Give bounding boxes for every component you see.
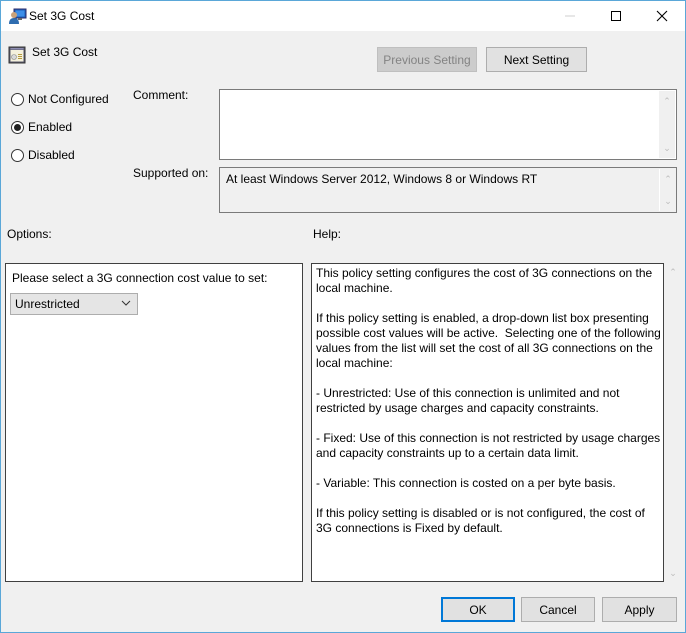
comment-label: Comment: [133, 88, 189, 102]
radio-label: Enabled [28, 120, 73, 134]
next-setting-button[interactable]: Next Setting [486, 47, 587, 72]
maximize-button[interactable] [593, 1, 639, 31]
ok-button[interactable]: OK [441, 597, 515, 622]
cancel-button[interactable]: Cancel [521, 597, 595, 622]
supported-on-field: At least Windows Server 2012, Windows 8 … [219, 167, 677, 213]
supported-on-value: At least Windows Server 2012, Windows 8 … [226, 172, 538, 186]
supported-scrollbar[interactable]: ⌃ ⌄ [659, 169, 675, 211]
previous-setting-button[interactable]: Previous Setting [377, 47, 477, 72]
radio-label: Not Configured [28, 92, 109, 106]
title-bar: Set 3G Cost [1, 1, 685, 31]
radio-label: Disabled [28, 148, 75, 162]
dialog-window: Set 3G Cost Set 3G Cost Previous Setting… [0, 0, 686, 633]
options-prompt: Please select a 3G connection cost value… [12, 271, 268, 285]
policy-setting-icon [8, 46, 26, 64]
help-label: Help: [313, 227, 342, 241]
setting-title: Set 3G Cost [32, 45, 98, 59]
supported-on-label: Supported on: [133, 166, 209, 180]
window-title: Set 3G Cost [29, 9, 95, 23]
help-text: This policy setting configures the cost … [316, 266, 661, 535]
chevron-down-icon [121, 300, 131, 306]
scroll-up-icon[interactable]: ⌃ [659, 94, 675, 108]
comment-scrollbar[interactable]: ⌃ ⌄ [659, 91, 675, 158]
options-panel: Please select a 3G connection cost value… [5, 263, 303, 582]
close-button[interactable] [639, 1, 685, 31]
radio-enabled[interactable]: Enabled [11, 120, 72, 134]
scroll-down-icon[interactable]: ⌄ [659, 141, 675, 155]
minimize-icon [565, 15, 575, 17]
close-icon [656, 10, 668, 22]
maximize-icon [611, 11, 621, 21]
radio-circle[interactable] [11, 148, 24, 162]
policy-editor-app-icon [9, 8, 27, 24]
radio-circle-checked[interactable] [11, 120, 24, 134]
apply-button[interactable]: Apply [602, 597, 677, 622]
radio-circle[interactable] [11, 92, 24, 106]
scroll-up-icon[interactable]: ⌃ [665, 265, 681, 279]
comment-textarea[interactable]: ⌃ ⌄ [219, 89, 677, 160]
help-scrollbar[interactable]: ⌃ ⌄ [665, 263, 681, 582]
radio-not-configured[interactable]: Not Configured [11, 92, 109, 106]
cost-value-dropdown[interactable]: Unrestricted [10, 293, 138, 315]
scroll-up-icon[interactable]: ⌃ [660, 172, 676, 186]
radio-disabled[interactable]: Disabled [11, 148, 75, 162]
minimize-button[interactable] [547, 1, 593, 31]
help-panel: This policy setting configures the cost … [311, 263, 664, 582]
dropdown-value: Unrestricted [15, 297, 80, 311]
scroll-down-icon[interactable]: ⌄ [660, 194, 676, 208]
options-label: Options: [7, 227, 52, 241]
scroll-down-icon[interactable]: ⌄ [665, 566, 681, 580]
